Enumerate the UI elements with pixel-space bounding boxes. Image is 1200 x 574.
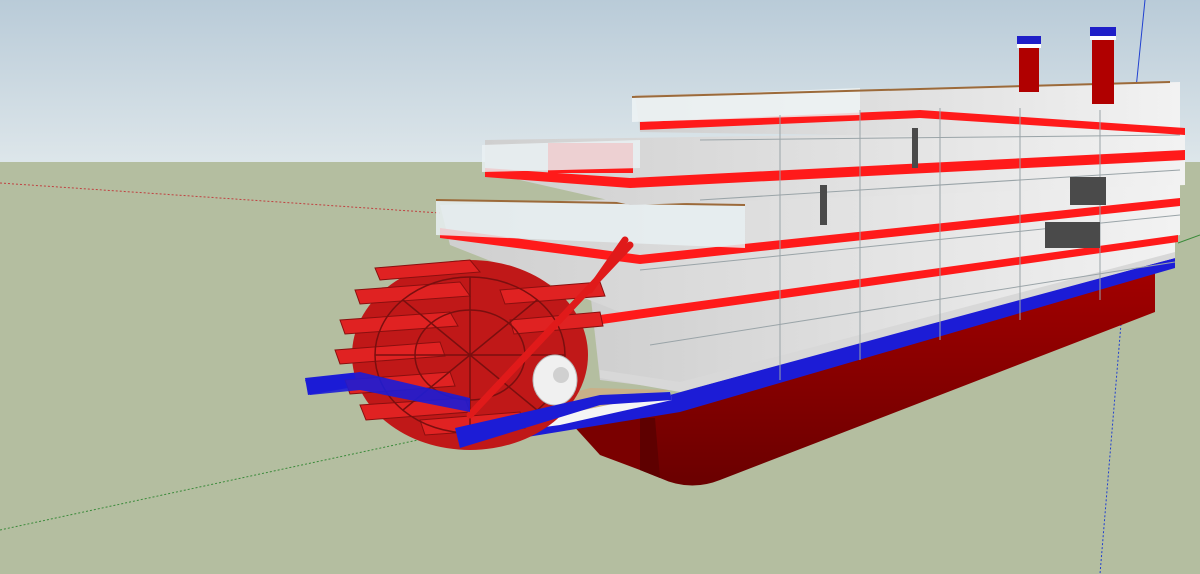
- viewport-canvas[interactable]: [0, 0, 1200, 574]
- smokestack-left[interactable]: [1017, 36, 1041, 92]
- deck-3-railing: [482, 140, 640, 172]
- smokestack-right[interactable]: [1090, 27, 1116, 104]
- model-viewport[interactable]: [0, 0, 1200, 574]
